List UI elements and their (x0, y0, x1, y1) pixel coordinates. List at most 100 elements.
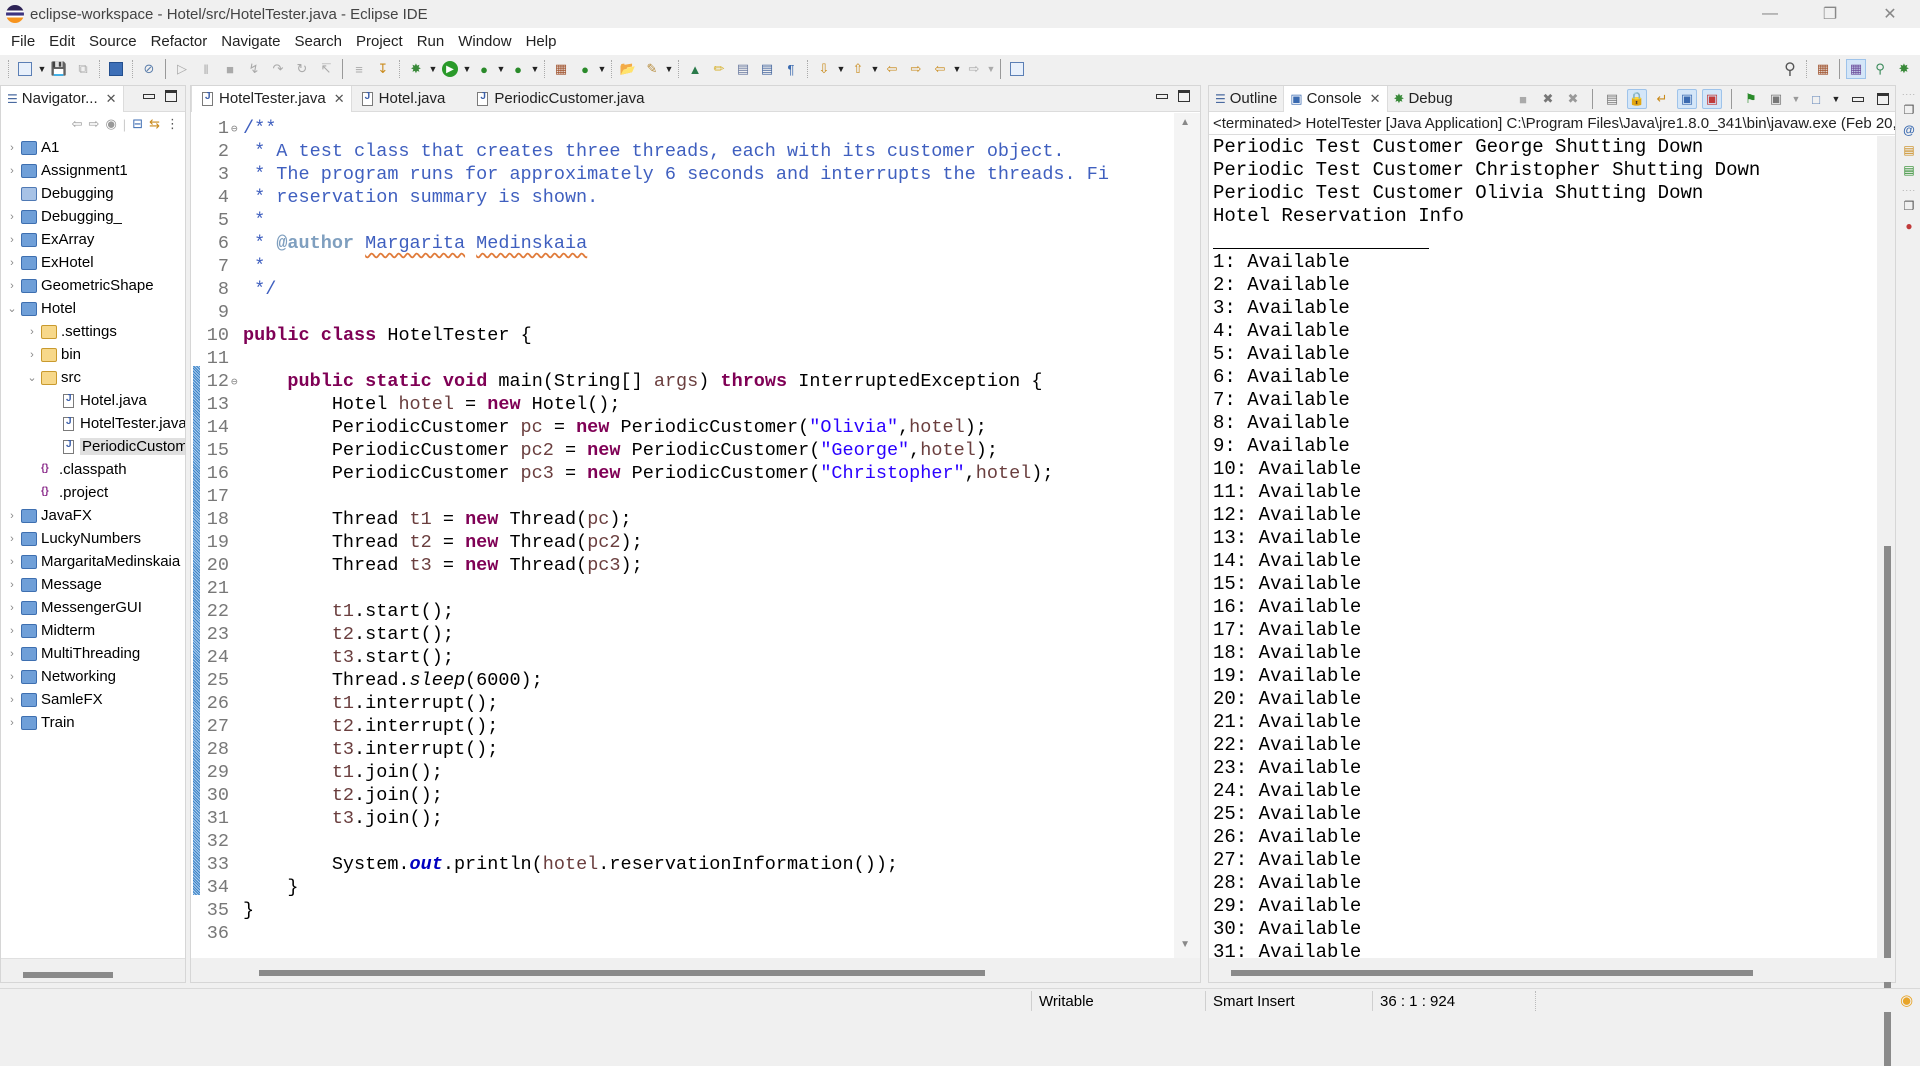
previous-annotation-dropdown-icon[interactable]: ▼ (870, 64, 880, 74)
forward-icon[interactable]: ⇨ (964, 59, 984, 79)
editor-tab[interactable]: HotelTester.java ✕ (191, 85, 352, 112)
tree-item[interactable]: › MessengerGUI (1, 596, 185, 619)
save-all-icon[interactable]: ⧉ (73, 59, 93, 79)
tree-item[interactable]: HotelTester.java (1, 412, 185, 435)
toggle-mark-occurrences-icon[interactable]: ✏ (709, 59, 729, 79)
menu-window[interactable]: Window (451, 33, 518, 50)
external-tools-icon[interactable]: ● (508, 59, 528, 79)
horizontal-scrollbar[interactable] (259, 970, 985, 976)
chevron-right-icon[interactable]: › (5, 165, 19, 177)
chevron-down-icon[interactable]: ⌄ (25, 371, 39, 384)
coverage-icon[interactable]: ● (474, 59, 494, 79)
back-dropdown-icon[interactable]: ▼ (952, 64, 962, 74)
tab-console[interactable]: ▣ Console ✕ (1283, 85, 1388, 112)
tree-item[interactable]: › Train (1, 711, 185, 734)
chevron-right-icon[interactable]: › (5, 671, 19, 683)
tree-item[interactable]: › ExHotel (1, 251, 185, 274)
tree-item[interactable]: {} .project (1, 481, 185, 504)
external-tools-dropdown-icon[interactable]: ▼ (530, 64, 540, 74)
collapse-all-icon[interactable]: ⊟ (132, 116, 143, 132)
next-annotation-icon[interactable]: ⇩ (814, 59, 834, 79)
scroll-up-icon[interactable]: ▲ (1180, 117, 1190, 128)
terminate-icon[interactable]: ■ (220, 59, 240, 79)
scroll-down-icon[interactable]: ▼ (1180, 939, 1190, 950)
tree-item[interactable]: › GeometricShape (1, 274, 185, 297)
tree-item[interactable]: Debugging (1, 182, 185, 205)
step-over-icon[interactable]: ↻ (292, 59, 312, 79)
tree-item[interactable]: ⌄ src (1, 366, 185, 389)
tree-item[interactable]: › MultiThreading (1, 642, 185, 665)
tab-debug[interactable]: ✸ Debug (1388, 86, 1459, 112)
breakpoints-icon[interactable]: ● (1905, 219, 1912, 233)
new-icon[interactable] (15, 59, 35, 79)
tree-item[interactable]: › ExArray (1, 228, 185, 251)
tree-item[interactable]: › Assignment1 (1, 159, 185, 182)
previous-annotation-icon[interactable]: ⇧ (848, 59, 868, 79)
back-icon[interactable]: ⇦ (930, 59, 950, 79)
chevron-right-icon[interactable]: › (5, 717, 19, 729)
search-icon[interactable]: ⚲ (1780, 59, 1800, 79)
new-java-class-icon[interactable]: ● (575, 59, 595, 79)
chevron-right-icon[interactable]: › (5, 533, 19, 545)
clear-console-icon[interactable]: ▤ (1602, 89, 1622, 109)
debug-perspective-icon[interactable]: ✸ (1894, 59, 1914, 79)
open-type-icon[interactable]: 📂 (618, 59, 638, 79)
chevron-down-icon[interactable]: ⌄ (5, 302, 19, 315)
run-icon[interactable]: ▶ (440, 59, 460, 79)
editor-tab[interactable]: PeriodicCustomer.java (467, 86, 666, 112)
tree-item[interactable]: › Debugging_ (1, 205, 185, 228)
display-console-dropdown-icon[interactable]: ▼ (1791, 94, 1801, 104)
status-cursor-position[interactable]: 36 : 1 : 924 (1372, 989, 1455, 1013)
chevron-right-icon[interactable]: › (5, 280, 19, 292)
skip-breakpoints-icon[interactable]: ⊘ (139, 59, 159, 79)
tree-item[interactable]: › LuckyNumbers (1, 527, 185, 550)
disconnect-icon[interactable]: ↯ (244, 59, 264, 79)
forward-icon[interactable]: ⇨ (89, 116, 100, 132)
new-java-class-dropdown-icon[interactable]: ▼ (597, 64, 607, 74)
chevron-right-icon[interactable]: › (5, 625, 19, 637)
open-console-icon[interactable]: □ (1806, 89, 1826, 109)
run-dropdown-icon[interactable]: ▼ (462, 64, 472, 74)
coverage-dropdown-icon[interactable]: ▼ (496, 64, 506, 74)
restore-button[interactable]: ❐ (1800, 0, 1860, 28)
search-icon[interactable]: ✎ (642, 59, 662, 79)
code-editor[interactable]: 1 ⊖/** 2 * A test class that creates three… (191, 113, 1200, 958)
fold-collapse-icon[interactable]: ⊖ (231, 122, 241, 136)
scroll-lock-icon[interactable]: 🔒 (1627, 89, 1647, 109)
chevron-right-icon[interactable]: › (25, 349, 39, 361)
chevron-right-icon[interactable]: › (5, 211, 19, 223)
trim-handle[interactable]: .... (1902, 87, 1916, 97)
java-perspective-icon[interactable]: ▦ (1846, 59, 1866, 79)
new-dropdown-icon[interactable]: ▼ (37, 64, 47, 74)
tree-item[interactable]: {} .classpath (1, 458, 185, 481)
terminal-icon[interactable] (106, 59, 126, 79)
horizontal-scrollbar[interactable] (1231, 970, 1753, 976)
open-perspective-icon[interactable]: ▦ (1813, 59, 1833, 79)
remove-all-terminated-icon[interactable]: ✖ (1563, 89, 1583, 109)
tree-item[interactable]: › Midterm (1, 619, 185, 642)
trim-handle[interactable]: .... (1902, 183, 1916, 193)
chevron-right-icon[interactable]: › (5, 694, 19, 706)
menu-search[interactable]: Search (287, 33, 349, 50)
use-step-filters-icon[interactable]: ↧ (373, 59, 393, 79)
restore-icon[interactable]: ❐ (1904, 199, 1915, 213)
tree-item[interactable]: › SamleFX (1, 688, 185, 711)
toggle-word-wrap-icon[interactable]: ▤ (757, 59, 777, 79)
tree-item[interactable]: Hotel.java (1, 389, 185, 412)
close-icon[interactable]: ✕ (334, 91, 345, 107)
menu-refactor[interactable]: Refactor (144, 33, 215, 50)
vertical-scrollbar[interactable]: ▲ ▼ (1174, 113, 1200, 958)
console-output[interactable]: Periodic Test Customer George Shutting D… (1209, 136, 1877, 958)
search-dropdown-icon[interactable]: ▼ (664, 64, 674, 74)
chevron-right-icon[interactable]: › (25, 326, 39, 338)
pin-console-icon[interactable]: ⚑ (1741, 89, 1761, 109)
view-menu-icon[interactable]: ⋮ (166, 116, 179, 132)
tab-outline[interactable]: ☰ Outline (1209, 86, 1283, 112)
status-insert-mode[interactable]: Smart Insert (1205, 989, 1295, 1013)
step-into-icon[interactable]: ↷ (268, 59, 288, 79)
restore-icon[interactable]: ❐ (1904, 103, 1915, 117)
minimize-icon[interactable] (1852, 96, 1864, 102)
horizontal-scrollbar[interactable] (23, 972, 113, 978)
suspend-icon[interactable]: ‖ (196, 59, 216, 79)
show-on-stdout-icon[interactable]: ▣ (1677, 89, 1697, 109)
